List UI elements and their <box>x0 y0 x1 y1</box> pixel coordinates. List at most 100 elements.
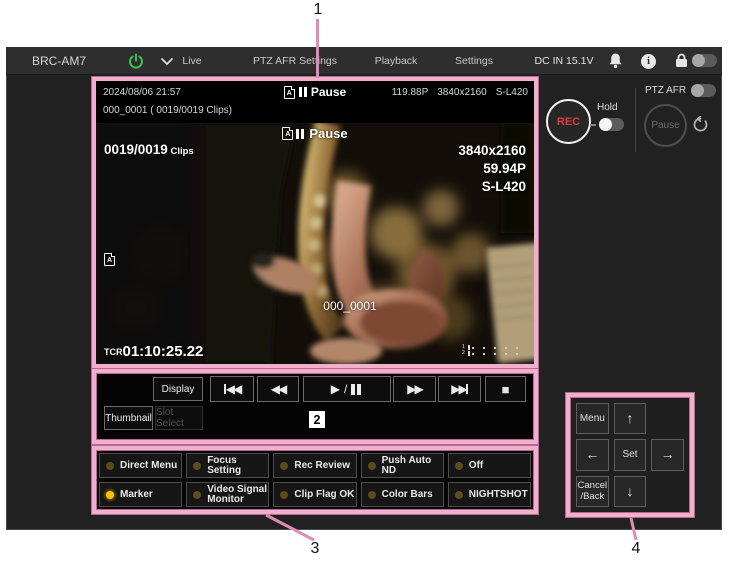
osd-pause-status: A Pause <box>96 126 534 141</box>
callout-2-label: 2 <box>309 411 325 428</box>
osd-format-info: 3840x2160 59.94P S-L420 <box>458 142 526 196</box>
assign-button-focus-setting[interactable]: Focus Setting <box>186 453 269 478</box>
stop-icon: ■ <box>502 382 510 397</box>
video-monitor: A Pause 0019/0019 Clips 3840x2160 59.94P… <box>96 123 534 364</box>
info-icon[interactable]: i <box>641 54 656 69</box>
led-indicator <box>455 462 463 470</box>
info-resolution: 3840x2160 <box>437 87 487 98</box>
arrow-left-icon: ← <box>585 449 599 460</box>
info-frame-rate: 119.88P <box>392 87 429 98</box>
play-pause-icon: ▶ / <box>331 382 364 396</box>
arrow-up-icon: ↑ <box>626 413 633 424</box>
set-button[interactable]: Set <box>614 439 647 470</box>
hold-dash <box>590 124 596 126</box>
tab-ptz-afr-settings[interactable]: PTZ AFR Settings <box>240 55 350 67</box>
assign-button-marker[interactable]: Marker <box>99 482 182 507</box>
next-clip-button[interactable]: ▶▶ <box>438 376 481 402</box>
led-indicator <box>193 491 201 499</box>
led-indicator <box>368 462 376 470</box>
arrow-right-button[interactable]: → <box>651 439 684 470</box>
osd-timecode: TCR01:10:25.22 <box>104 343 203 360</box>
clip-info-text: 000_0001 ( 0019/0019 Clips) <box>103 105 232 116</box>
audio-level-meter: 1 2 <box>462 345 524 356</box>
osd-frame-rate: 59.94P <box>458 160 526 178</box>
rec-button-label: REC <box>557 116 580 128</box>
callout-4-label: 4 <box>628 540 644 558</box>
skip-forward-icon: ▶▶ <box>451 382 465 396</box>
lock-toggle[interactable] <box>692 54 717 67</box>
assign-button-color-bars[interactable]: Color Bars <box>361 482 444 507</box>
assign-button-video-signal-monitor[interactable]: Video Signal Monitor <box>186 482 269 507</box>
power-input-status: DC IN 15.1V <box>534 55 594 67</box>
media-slot-icon: A <box>104 253 115 266</box>
arrow-up-button[interactable]: ↑ <box>614 403 647 434</box>
previous-clip-button[interactable]: ◀◀ <box>210 376 254 402</box>
cancel-back-button[interactable]: Cancel /Back <box>576 476 609 507</box>
bell-icon[interactable] <box>608 52 623 69</box>
led-indicator <box>280 462 288 470</box>
osd-clip-name: 000_0001 <box>96 299 534 313</box>
osd-clip-counter: 0019/0019 Clips <box>104 142 194 157</box>
arrow-right-icon: → <box>661 449 675 460</box>
monitor-region: 2024/08/06 21:57 A Pause 119.88P 3840x21… <box>92 77 538 368</box>
rewind-button[interactable]: ◀◀ <box>257 376 299 402</box>
osd-gamma: S-L420 <box>458 178 526 196</box>
monitor-info-bar: 2024/08/06 21:57 A Pause 119.88P 3840x21… <box>96 81 534 123</box>
assign-button-rec-review[interactable]: Rec Review <box>273 453 356 478</box>
stop-button[interactable]: ■ <box>485 376 526 402</box>
pause-bars-icon <box>296 129 304 139</box>
hold-label: Hold <box>597 102 618 113</box>
led-indicator <box>455 491 463 499</box>
playback-controls-region: Display ◀◀ ◀◀ ▶ / ▶▶ ▶▶ ■ Thumbnail Slot… <box>92 369 538 444</box>
rec-hold-toggle[interactable] <box>599 118 624 131</box>
info-gamma: S-L420 <box>496 87 528 98</box>
rec-button[interactable]: REC <box>546 99 591 144</box>
device-name: BRC-AM7 <box>32 54 86 68</box>
led-indicator <box>106 491 114 499</box>
playback-status: Pause <box>311 85 346 99</box>
assign-button-nightshot[interactable]: NIGHTSHOT <box>448 482 531 507</box>
fast-forward-button[interactable]: ▶▶ <box>393 376 436 402</box>
display-button[interactable]: Display <box>153 377 203 401</box>
assign-button-push-auto-nd[interactable]: Push Auto ND <box>361 453 444 478</box>
skip-bar <box>466 384 468 394</box>
fast-forward-icon: ▶▶ <box>407 382 421 396</box>
assign-button-direct-menu[interactable]: Direct Menu <box>99 453 182 478</box>
tab-playback[interactable]: Playback <box>366 55 426 67</box>
tab-settings[interactable]: Settings <box>444 55 504 67</box>
ptz-afr-toggle[interactable] <box>691 84 716 97</box>
led-indicator <box>193 462 201 470</box>
menu-button[interactable]: Menu <box>576 403 609 434</box>
led-indicator <box>280 491 288 499</box>
play-pause-button[interactable]: ▶ / <box>303 376 391 402</box>
skip-back-icon: ◀◀ <box>226 382 240 396</box>
arrow-left-button[interactable]: ← <box>576 439 609 470</box>
panel-divider <box>635 88 636 152</box>
thumbnail-button[interactable]: Thumbnail <box>104 406 153 430</box>
osd-media-slot: A <box>104 249 115 267</box>
slot-select-button[interactable]: Slot Select <box>155 406 203 430</box>
callout-1-label: 1 <box>310 1 326 19</box>
callout-3-label: 3 <box>307 540 323 558</box>
pause-bars-icon <box>299 87 307 97</box>
media-slot-icon: A <box>284 86 295 99</box>
osd-resolution: 3840x2160 <box>458 142 526 160</box>
tab-live[interactable]: Live <box>162 55 222 67</box>
refresh-icon[interactable] <box>692 116 709 133</box>
led-indicator <box>368 491 376 499</box>
lock-icon <box>675 53 688 68</box>
led-indicator <box>106 462 114 470</box>
rewind-icon: ◀◀ <box>271 382 285 396</box>
ptz-pause-label: Pause <box>651 120 679 131</box>
arrow-down-icon: ↓ <box>626 486 633 497</box>
assignable-buttons-region: Direct Menu Focus Setting Rec Review Pus… <box>92 446 538 514</box>
assign-button-clip-flag-ok[interactable]: Clip Flag OK <box>273 482 356 507</box>
assign-button-off[interactable]: Off <box>448 453 531 478</box>
page: BRC-AM7 Live PTZ AFR Settings Playback S… <box>0 0 730 570</box>
ptz-afr-label: PTZ AFR <box>645 85 686 96</box>
power-icon[interactable] <box>128 53 144 69</box>
menu-pad-region: Menu ↑ ← Set → Cancel /Back ↓ <box>566 393 694 517</box>
arrow-down-button[interactable]: ↓ <box>614 476 647 507</box>
ptz-pause-button[interactable]: Pause <box>644 104 687 147</box>
media-slot-icon: A <box>282 127 293 140</box>
